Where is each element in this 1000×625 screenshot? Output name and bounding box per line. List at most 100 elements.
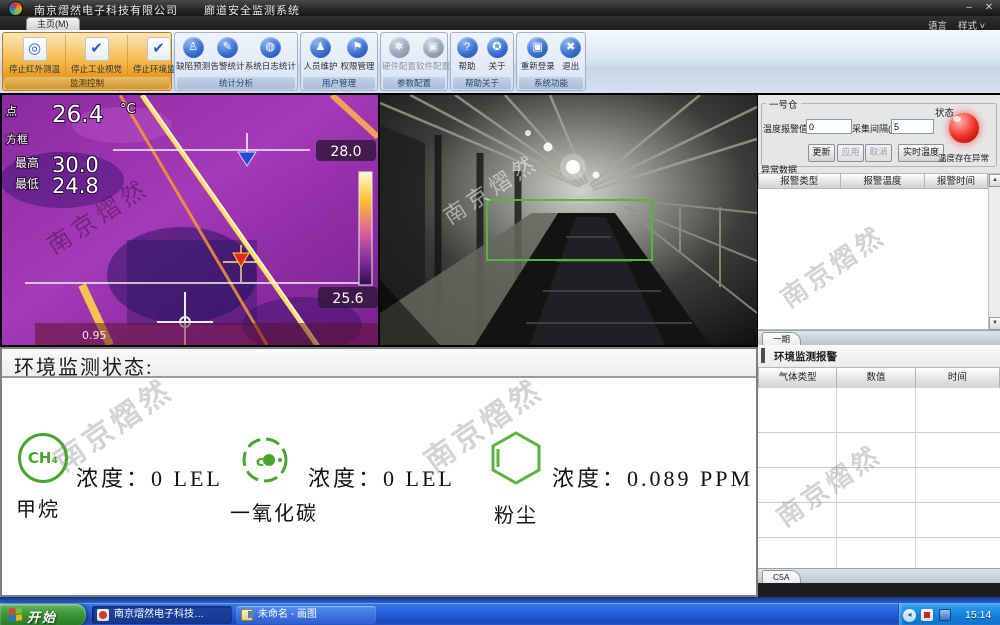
infrared-icon: ◎ (23, 37, 47, 61)
thermal-image: 28.0 25.6 点 26.4 °C 方框 最高 30.0 最低 24.8 0… (2, 95, 378, 345)
task1-label: 南京熠然电子科技… (114, 609, 204, 620)
monitor-icon: ▣ (423, 37, 444, 58)
tray-network-icon[interactable] (939, 609, 951, 621)
temp-alarm-input[interactable] (806, 119, 852, 134)
check-icon: ✔ (147, 37, 171, 61)
silo1-group-title: 一号仓 (766, 97, 801, 111)
ribbon-group-system-functions: ▣ 重新登录 ✖ 退出 系统功能 (516, 32, 586, 91)
update-button[interactable]: 更新 (808, 144, 835, 162)
stop-infrared-button[interactable]: ◎ 停止红外测温 (4, 35, 66, 75)
pencil-icon: ✎ (217, 37, 238, 58)
x-icon: ✖ (560, 37, 581, 58)
start-label: 开始 (27, 607, 57, 625)
person-icon: ♟ (310, 37, 331, 58)
group-label-parameter-config: 参数配置 (383, 77, 445, 89)
software-config-label: 软件配置 (416, 60, 450, 72)
windows-logo-icon (9, 607, 22, 621)
co-reading: 浓度：0 LEL (308, 461, 455, 493)
alarm-table-header: 报警类型 报警温度 报警时间 (758, 173, 988, 189)
concentration-label: 浓度： (552, 466, 627, 491)
tab-home[interactable]: 主页(M) (26, 17, 80, 31)
minimize-button[interactable]: – (962, 2, 976, 14)
personnel-maintain-button[interactable]: ♟ 人员维护 (303, 35, 337, 72)
stop-industrial-vision-button[interactable]: ✔ 停止工业视觉 (66, 35, 128, 75)
dust-icon (488, 429, 544, 487)
globe-icon: ◍ (260, 37, 281, 58)
env-status-panel: 环境监测状态: 南京熠然 南京熠然 CH₄ 浓度：0 LEL 甲烷 c 浓度：0… (0, 347, 758, 597)
help-button[interactable]: ? 帮助 (457, 35, 478, 72)
env-alarm-title: 环境监测报警 (774, 349, 837, 364)
col-gas-type[interactable]: 气体类型 (758, 367, 837, 389)
tab-c5a[interactable]: C5A (762, 570, 801, 584)
box-label: 方框 (6, 132, 28, 146)
col-value[interactable]: 数值 (837, 367, 915, 389)
taskbar: 开始 南京熠然电子科技… 未命名 - 画图 ◂ 15:14 (0, 603, 1000, 625)
syslog-stats-label: 系统日志统计 (245, 60, 296, 72)
group-label-statistics: 统计分析 (177, 77, 295, 89)
exit-button[interactable]: ✖ 退出 (560, 35, 581, 72)
panel-footer (758, 583, 1000, 597)
dust-value: 0.089 PPM (627, 466, 753, 491)
stop-infrared-label: 停止红外测温 (9, 63, 60, 75)
alarm-stats-button[interactable]: ✎ 告警统计 (210, 35, 244, 72)
min-label: 最低 (15, 177, 39, 191)
alarm-stats-label: 告警统计 (210, 60, 244, 72)
relogin-label: 重新登录 (521, 60, 555, 72)
permission-manage-label: 权限管理 (340, 60, 374, 72)
gear-icon: ✱ (389, 37, 410, 58)
about-button[interactable]: ✪ 关于 (487, 35, 508, 72)
bottom-tabstrip: C5A (758, 568, 1000, 584)
close-button[interactable]: ✕ (982, 2, 996, 14)
syslog-stats-button[interactable]: ◍ 系统日志统计 (245, 35, 296, 72)
relogin-button[interactable]: ▣ 重新登录 (521, 35, 555, 72)
env-alarm-table-body: 南京熠然 (758, 388, 1000, 568)
tray-chevron-icon[interactable]: ◂ (903, 609, 916, 622)
concentration-label: 浓度： (308, 466, 383, 491)
task2-label: 未命名 - 画图 (258, 609, 317, 620)
col-alarm-type[interactable]: 报警类型 (758, 173, 841, 189)
start-button[interactable]: 开始 (0, 604, 86, 625)
point-label: 点 (6, 105, 17, 118)
check-icon: ✔ (85, 37, 109, 61)
taskbar-task-monitoring-app[interactable]: 南京熠然电子科技… (92, 606, 232, 624)
hardware-config-label: 硬件配置 (382, 60, 416, 72)
col-time[interactable]: 时间 (916, 367, 1000, 389)
group-label-system-functions: 系统功能 (519, 77, 583, 89)
methane-name: 甲烷 (16, 493, 60, 522)
scale-min-value: 25.6 (332, 291, 363, 307)
temp-unit: °C (120, 102, 136, 117)
system-tray: ◂ 15:14 (898, 604, 1000, 625)
right-panel: 一号仓 状态 温度报警值(°C): 采集间隔(分): 更新 应用 取消 实时温度… (758, 95, 1000, 597)
status-label: 状态 (935, 105, 954, 119)
tray-clock: 15:14 (965, 609, 991, 621)
thermal-scale-bar (359, 172, 372, 285)
env-alarm-section-header: 环境监测报警 (758, 345, 1000, 368)
taskbar-task-paint[interactable]: 未命名 - 画图 (236, 606, 376, 624)
scroll-down-icon[interactable]: ▼ (989, 317, 1000, 330)
app-task-icon (97, 609, 109, 621)
permission-manage-button[interactable]: ⚑ 权限管理 (340, 35, 374, 72)
interval-input[interactable] (891, 119, 934, 134)
carbon-monoxide-icon: c (240, 435, 290, 485)
group-label-help-about: 帮助关于 (453, 77, 511, 89)
col-alarm-temp[interactable]: 报警温度 (841, 173, 926, 189)
max-label: 最高 (15, 155, 39, 170)
window-icon: ▣ (527, 37, 548, 58)
tray-app-icon[interactable] (921, 609, 933, 621)
col-alarm-time[interactable]: 报警时间 (925, 173, 988, 189)
co-value: 0 LEL (383, 466, 455, 491)
defect-predict-button[interactable]: ♙ 缺陷预测 (176, 35, 210, 72)
paint-icon (241, 609, 253, 621)
scroll-up-icon[interactable]: ▲ (989, 174, 1000, 187)
hardware-config-button: ✱ 硬件配置 (382, 35, 416, 72)
env-status-header: 环境监测状态: (2, 349, 756, 378)
emissivity-value: 0.95 (82, 329, 107, 342)
stop-industrial-vision-label: 停止工业视觉 (71, 63, 122, 75)
tab-phase1[interactable]: 一期 (762, 332, 801, 346)
env-alarm-table-header: 气体类型 数值 时间 (758, 367, 1000, 383)
question-mark-icon: ? (457, 37, 478, 58)
app-logo-icon (8, 1, 23, 16)
alarm-table-scrollbar[interactable]: ▲ ▼ (988, 173, 1000, 331)
alarm-lamp-icon (949, 113, 979, 143)
dust-name: 粉尘 (494, 499, 538, 528)
